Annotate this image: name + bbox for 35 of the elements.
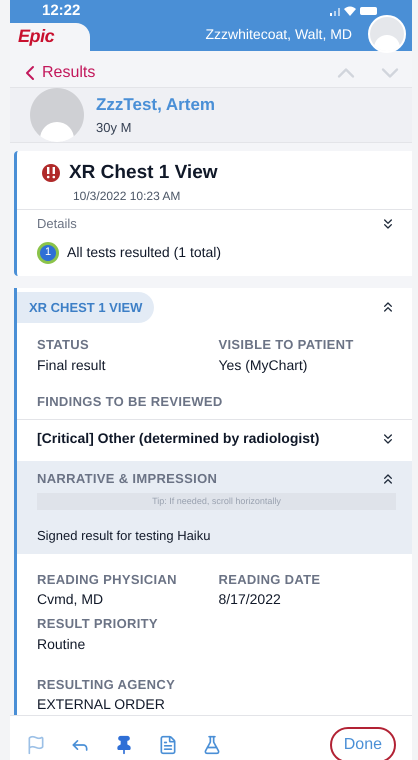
critical-icon bbox=[41, 162, 61, 183]
section-title[interactable]: XR CHEST 1 VIEW bbox=[17, 292, 154, 323]
user-name: Zzzwhitecoat, Walt, MD bbox=[205, 24, 352, 44]
scroll-tip: Tip: If needed, scroll horizontally bbox=[37, 492, 396, 510]
patient-name[interactable]: ZzzTest, Artem bbox=[96, 92, 216, 118]
field-label: READING DATE bbox=[218, 570, 322, 588]
epic-logo: Epic bbox=[18, 25, 54, 48]
result-datetime: 10/3/2022 10:23 AM bbox=[17, 187, 412, 210]
field-value: Yes (MyChart) bbox=[218, 356, 308, 375]
finding-item[interactable]: [Critical] Other (determined by radiologist) bbox=[37, 428, 320, 449]
clock: 12:22 bbox=[42, 1, 80, 21]
field-value: Cvmd, MD bbox=[37, 590, 104, 609]
field-value: 8/17/2022 bbox=[218, 590, 282, 609]
back-button[interactable]: Results bbox=[18, 60, 96, 84]
field-label: STATUS bbox=[37, 336, 90, 354]
result-summary: All tests resulted (1 total) bbox=[67, 243, 222, 262]
document-icon[interactable] bbox=[158, 734, 178, 754]
narrative-title: NARRATIVE & IMPRESSION bbox=[37, 470, 218, 488]
field-label: RESULTING AGENCY bbox=[37, 676, 176, 694]
field-value: Final result bbox=[37, 356, 106, 374]
patient-info: 30y M bbox=[96, 118, 132, 137]
field-label: RESULT PRIORITY bbox=[37, 615, 159, 633]
field-label: READING PHYSICIAN bbox=[37, 570, 178, 588]
findings-label: FINDINGS TO BE REVIEWED bbox=[17, 376, 412, 420]
field-value: Routine bbox=[37, 634, 86, 654]
field-value: EXTERNAL ORDER bbox=[37, 695, 166, 714]
flask-icon[interactable] bbox=[202, 734, 222, 754]
details-label: Details bbox=[37, 215, 77, 233]
done-button[interactable]: Done bbox=[330, 726, 396, 760]
count-badge: 1 bbox=[37, 242, 59, 264]
field-label: VISIBLE TO PATIENT bbox=[218, 336, 355, 354]
flag-icon[interactable] bbox=[26, 734, 46, 754]
status-icons bbox=[330, 5, 380, 18]
narrative-text: Signed result for testing Haiku bbox=[37, 527, 212, 545]
result-title: XR Chest 1 View bbox=[69, 160, 218, 184]
